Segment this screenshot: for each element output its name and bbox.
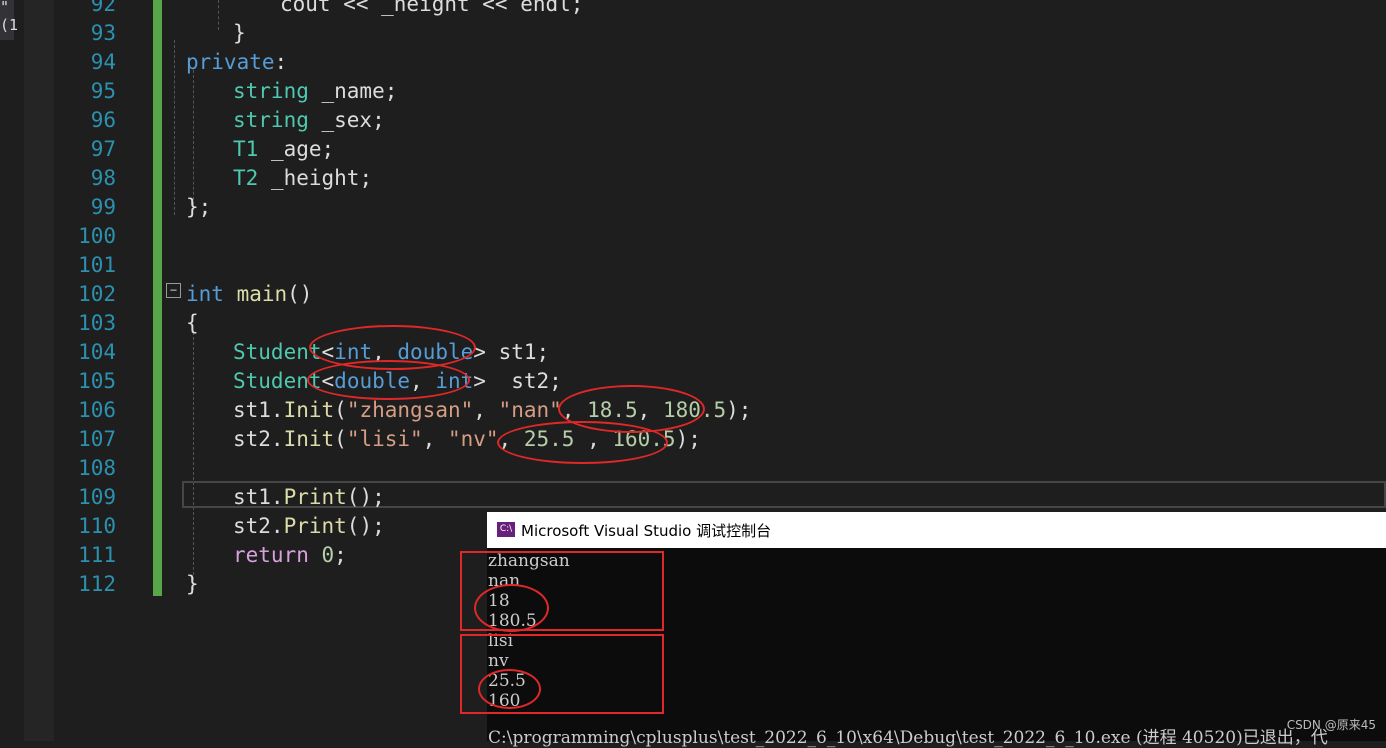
line-number: 93: [90, 21, 116, 45]
type-token: string: [233, 108, 309, 132]
watermark: CSDN @原来45: [1286, 718, 1376, 732]
code-line-111: return 0;: [233, 541, 347, 570]
console-exit-line: C:\programming\cplusplus\test_2022_6_10\…: [488, 728, 1328, 748]
code-line-112: }: [186, 570, 199, 599]
code-text: ;: [334, 543, 347, 567]
code-text: st1.: [233, 398, 284, 422]
left-panel-fragment: "(1: [0, 0, 19, 34]
type-token: T2: [233, 166, 259, 190]
code-line-103: {: [186, 309, 199, 338]
line-number: 111: [78, 543, 116, 567]
code-text: ();: [346, 485, 385, 509]
code-line-92: cout << _height << endl;: [280, 0, 583, 19]
line-number: 107: [78, 427, 116, 451]
function-token: main: [223, 282, 288, 306]
line-number: 109: [78, 485, 116, 509]
line-number: 98: [90, 166, 116, 190]
code-text: }: [233, 21, 246, 45]
type-token: T1: [233, 137, 259, 161]
indent-guide: [218, 0, 219, 30]
string-token: "nv": [447, 427, 499, 451]
left-panel-tab[interactable]: "(1: [0, 0, 18, 40]
code-line-96: string _sex;: [233, 106, 385, 135]
code-editor[interactable]: cout << _height << endl; } private: stri…: [186, 0, 751, 596]
annotation-ellipse: [474, 584, 549, 632]
code-text: );: [675, 427, 701, 451]
code-text: st1;: [485, 340, 550, 364]
line-number: 108: [78, 456, 116, 480]
code-line-97: T1 _age;: [233, 135, 334, 164]
code-text: (): [287, 282, 313, 306]
line-number: 94: [90, 50, 116, 74]
code-text: ,: [422, 427, 448, 451]
code-text: _age;: [258, 137, 335, 161]
code-text: :: [274, 50, 288, 74]
code-text: st2.: [233, 427, 284, 451]
code-text: );: [726, 398, 752, 422]
string-token: "zhangsan": [346, 398, 474, 422]
code-text: ();: [346, 514, 385, 538]
line-number: 105: [78, 369, 116, 393]
code-text: _name;: [308, 79, 398, 103]
code-line-109: st1.Print();: [233, 483, 385, 512]
type-token: Student: [233, 340, 322, 364]
keyword-token: return: [233, 543, 309, 567]
function-token: Print: [283, 514, 347, 538]
line-number: 100: [78, 224, 116, 248]
code-line-93: }: [233, 19, 246, 48]
function-token: Print: [283, 485, 347, 509]
console-app-icon: C:\: [497, 522, 515, 537]
code-line-94: private:: [186, 48, 287, 77]
annotation-ellipse: [307, 360, 470, 400]
line-number: 97: [90, 137, 116, 161]
code-text: _sex;: [308, 108, 385, 132]
code-text: st2.: [233, 514, 284, 538]
keyword-token: private: [186, 50, 275, 74]
left-panel-edge: [0, 0, 24, 741]
type-token: string: [233, 79, 309, 103]
function-token: Init: [283, 398, 335, 422]
code-text: }: [186, 572, 199, 596]
console-title: Microsoft Visual Studio 调试控制台: [521, 522, 772, 540]
function-token: Init: [283, 427, 335, 451]
code-text: (: [334, 427, 347, 451]
line-number: 104: [78, 340, 116, 364]
code-text: ,: [473, 398, 499, 422]
console-title-bar[interactable]: C:\ Microsoft Visual Studio 调试控制台: [487, 512, 1386, 548]
line-number: 103: [78, 311, 116, 335]
line-number: 112: [78, 572, 116, 596]
code-text: >: [473, 369, 486, 393]
line-number: 92: [90, 0, 116, 16]
code-text: (: [334, 398, 347, 422]
code-line-98: T2 _height;: [233, 164, 372, 193]
scope-guide: [174, 40, 175, 215]
change-tracking-bar: [153, 0, 162, 596]
code-text: {: [186, 311, 199, 335]
line-number: 95: [90, 79, 116, 103]
code-text: };: [186, 195, 212, 219]
code-text: cout << _height << endl;: [280, 0, 584, 16]
keyword-token: int: [186, 282, 224, 306]
line-number: 99: [90, 195, 116, 219]
string-token: "nan": [498, 398, 562, 422]
annotation-ellipse: [497, 421, 668, 464]
code-line-99: };: [186, 193, 211, 222]
code-text: st1.: [233, 485, 284, 509]
annotation-ellipse: [478, 669, 541, 709]
code-line-110: st2.Print();: [233, 512, 385, 541]
code-text: _height;: [258, 166, 373, 190]
collapse-toggle[interactable]: −: [166, 283, 181, 298]
line-number: 101: [78, 253, 116, 277]
line-number: 110: [78, 514, 116, 538]
line-number: 96: [90, 108, 116, 132]
code-line-95: string _name;: [233, 77, 397, 106]
line-number: 106: [78, 398, 116, 422]
code-line-102: int main(): [186, 280, 312, 309]
number-token: 0: [308, 543, 335, 567]
line-number: 102: [78, 282, 116, 306]
string-token: "lisi": [346, 427, 423, 451]
code-text: st2;: [485, 369, 562, 393]
